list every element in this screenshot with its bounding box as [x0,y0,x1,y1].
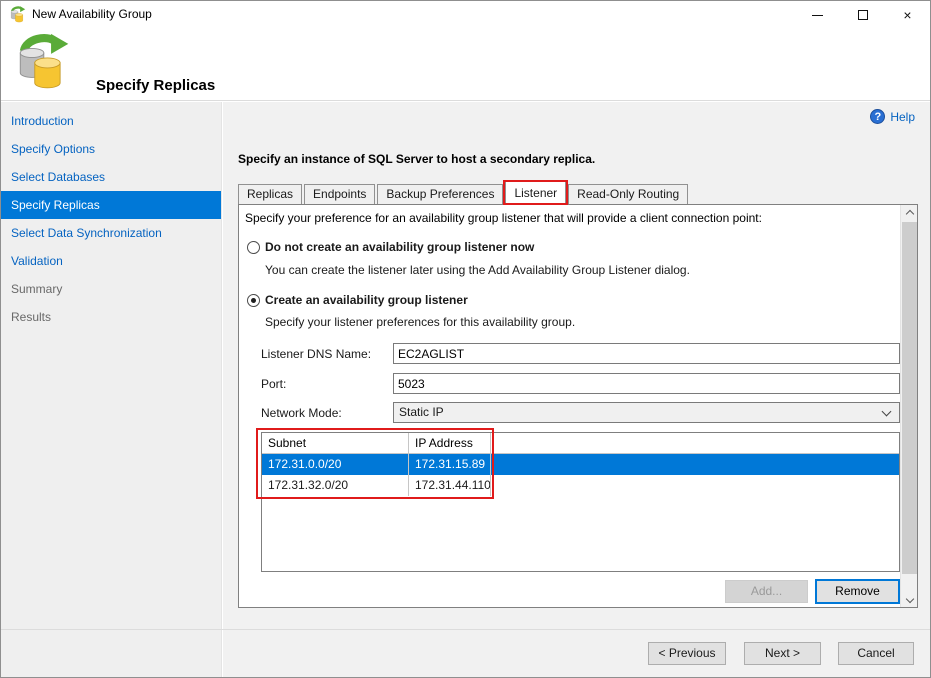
window-title: New Availability Group [32,7,152,21]
cell-ip-2: 172.31.44.110 [409,475,491,496]
minimize-icon [812,14,823,16]
vertical-scrollbar[interactable] [900,205,917,607]
close-button[interactable]: × [885,1,930,29]
cell-subnet-2: 172.31.32.0/20 [262,475,409,496]
window-controls: × [795,1,930,29]
listener-intro-text: Specify your preference for an availabil… [245,211,762,225]
new-availability-group-window: New Availability Group × Specify Replica… [0,0,931,678]
port-label: Port: [261,377,287,391]
table-header-row: Subnet IP Address [262,433,899,454]
radio-create-listener[interactable] [247,294,260,307]
titlebar: New Availability Group × [1,1,930,29]
network-mode-value: Static IP [399,405,444,419]
footer-divider [1,629,930,630]
listener-dns-name-label: Listener DNS Name: [261,347,372,361]
radio-no-listener-label[interactable]: Do not create an availability group list… [265,240,534,254]
chevron-up-icon [905,209,914,218]
scrollbar-thumb[interactable] [902,222,917,574]
radio-create-listener-label[interactable]: Create an availability group listener [265,293,468,307]
radio-no-listener-description: You can create the listener later using … [265,263,690,277]
tab-listener-label: Listener [514,186,558,200]
tab-endpoints[interactable]: Endpoints [304,184,376,204]
table-header-subnet[interactable]: Subnet [262,433,409,453]
tab-read-only-routing[interactable]: Read-Only Routing [568,184,689,204]
listener-tab-panel: Specify your preference for an availabil… [238,204,918,608]
previous-button[interactable]: < Previous [648,642,726,665]
cancel-button[interactable]: Cancel [838,642,914,665]
ip-address-table: Subnet IP Address 172.31.0.0/20 172.31.1… [261,432,900,572]
remove-button[interactable]: Remove [815,579,900,604]
chevron-down-icon [881,406,892,417]
help-link[interactable]: ? Help [870,109,915,124]
sidebar-item-introduction[interactable]: Introduction [1,107,221,135]
table-header-spacer [491,433,899,453]
sidebar-item-results: Results [11,310,52,324]
scroll-up-button[interactable] [901,205,918,222]
instruction-text: Specify an instance of SQL Server to hos… [238,152,596,166]
cell-ip-1: 172.31.15.89 [409,454,491,475]
wizard-header: Specify Replicas [1,29,930,101]
network-mode-label: Network Mode: [261,406,342,420]
help-label: Help [890,109,915,124]
chevron-down-icon [905,594,914,603]
sidebar-item-select-data-synchronization[interactable]: Select Data Synchronization [1,219,221,247]
tab-backup-preferences[interactable]: Backup Preferences [377,184,504,204]
sidebar-item-validation[interactable]: Validation [1,247,221,275]
sidebar-item-select-databases[interactable]: Select Databases [1,163,221,191]
table-header-ip-address[interactable]: IP Address [409,433,491,453]
network-mode-select[interactable]: Static IP [393,402,900,423]
cell-subnet-1: 172.31.0.0/20 [262,454,409,475]
maximize-icon [857,10,868,20]
next-button[interactable]: Next > [744,642,821,665]
tab-strip: Replicas Endpoints Backup Preferences Li… [238,180,690,205]
help-icon: ? [870,109,886,124]
tab-listener[interactable]: Listener [503,180,569,205]
page-title: Specify Replicas [96,77,216,94]
table-row-subnet-2[interactable]: 172.31.32.0/20 172.31.44.110 [262,475,899,496]
add-button: Add... [725,580,808,603]
sidebar-item-specify-options[interactable]: Specify Options [1,135,221,163]
main-panel: ? Help Specify an instance of SQL Server… [223,102,930,677]
availability-group-icon [10,6,26,23]
cell-spacer-1 [491,454,899,475]
sidebar: Introduction Specify Options Select Data… [1,102,222,677]
cell-spacer-2 [491,475,899,496]
port-input[interactable] [393,373,900,394]
sidebar-item-summary: Summary [11,282,63,296]
radio-create-listener-description: Specify your listener preferences for th… [265,315,576,329]
listener-dns-name-input[interactable] [393,343,900,364]
sidebar-item-specify-replicas[interactable]: Specify Replicas [1,191,221,219]
scroll-down-button[interactable] [901,590,918,607]
maximize-button[interactable] [840,1,885,29]
minimize-button[interactable] [795,1,840,29]
table-row-subnet-1[interactable]: 172.31.0.0/20 172.31.15.89 [262,454,899,475]
database-replica-icon [19,33,69,89]
tab-replicas[interactable]: Replicas [238,184,303,204]
radio-no-listener[interactable] [247,241,260,254]
